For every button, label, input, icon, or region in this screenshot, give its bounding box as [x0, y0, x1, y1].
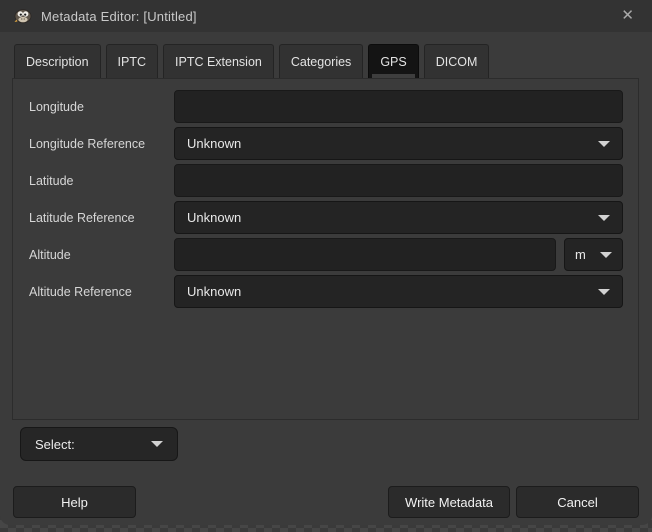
metadata-editor-window: Metadata Editor: [Untitled] ✕ Descriptio… — [0, 0, 652, 525]
write-metadata-button[interactable]: Write Metadata — [388, 486, 510, 518]
cancel-button[interactable]: Cancel — [516, 486, 639, 518]
latitude-reference-label: Latitude Reference — [29, 211, 174, 225]
latitude-input[interactable] — [174, 164, 623, 197]
select-dropdown-label: Select: — [35, 437, 75, 452]
tab-gps[interactable]: GPS — [368, 44, 418, 78]
latitude-label: Latitude — [29, 174, 174, 188]
tab-description[interactable]: Description — [14, 44, 101, 78]
altitude-label: Altitude — [29, 248, 174, 262]
chevron-down-icon — [151, 441, 163, 447]
select-dropdown[interactable]: Select: — [20, 427, 178, 461]
altitude-row: Altitude m — [29, 238, 623, 271]
chevron-down-icon — [600, 252, 612, 258]
titlebar[interactable]: Metadata Editor: [Untitled] ✕ — [0, 0, 652, 32]
tab-iptc[interactable]: IPTC — [106, 44, 158, 78]
altitude-reference-value: Unknown — [187, 284, 241, 299]
help-button[interactable]: Help — [13, 486, 136, 518]
altitude-unit-dropdown[interactable]: m — [564, 238, 623, 271]
latitude-reference-row: Latitude Reference Unknown — [29, 201, 623, 234]
longitude-row: Longitude — [29, 90, 623, 123]
tab-categories[interactable]: Categories — [279, 44, 363, 78]
window-title: Metadata Editor: [Untitled] — [41, 9, 197, 24]
altitude-reference-dropdown[interactable]: Unknown — [174, 275, 623, 308]
latitude-reference-value: Unknown — [187, 210, 241, 225]
latitude-reference-dropdown[interactable]: Unknown — [174, 201, 623, 234]
longitude-reference-value: Unknown — [187, 136, 241, 151]
tab-dicom[interactable]: DICOM — [424, 44, 490, 78]
longitude-reference-dropdown[interactable]: Unknown — [174, 127, 623, 160]
altitude-reference-row: Altitude Reference Unknown — [29, 275, 623, 308]
altitude-input[interactable] — [174, 238, 556, 271]
longitude-reference-row: Longitude Reference Unknown — [29, 127, 623, 160]
screen-background: Metadata Editor: [Untitled] ✕ Descriptio… — [0, 0, 652, 532]
longitude-reference-label: Longitude Reference — [29, 137, 174, 151]
gps-panel: Longitude Longitude Reference Unknown La… — [12, 78, 639, 420]
tab-strip: Description IPTC IPTC Extension Categori… — [14, 44, 489, 78]
latitude-row: Latitude — [29, 164, 623, 197]
altitude-reference-label: Altitude Reference — [29, 285, 174, 299]
chevron-down-icon — [598, 141, 610, 147]
chevron-down-icon — [598, 215, 610, 221]
altitude-unit-value: m — [575, 247, 586, 262]
longitude-label: Longitude — [29, 100, 174, 114]
longitude-input[interactable] — [174, 90, 623, 123]
gimp-wilber-icon — [12, 8, 32, 24]
close-icon[interactable]: ✕ — [615, 0, 640, 32]
chevron-down-icon — [598, 289, 610, 295]
tab-iptc-extension[interactable]: IPTC Extension — [163, 44, 274, 78]
